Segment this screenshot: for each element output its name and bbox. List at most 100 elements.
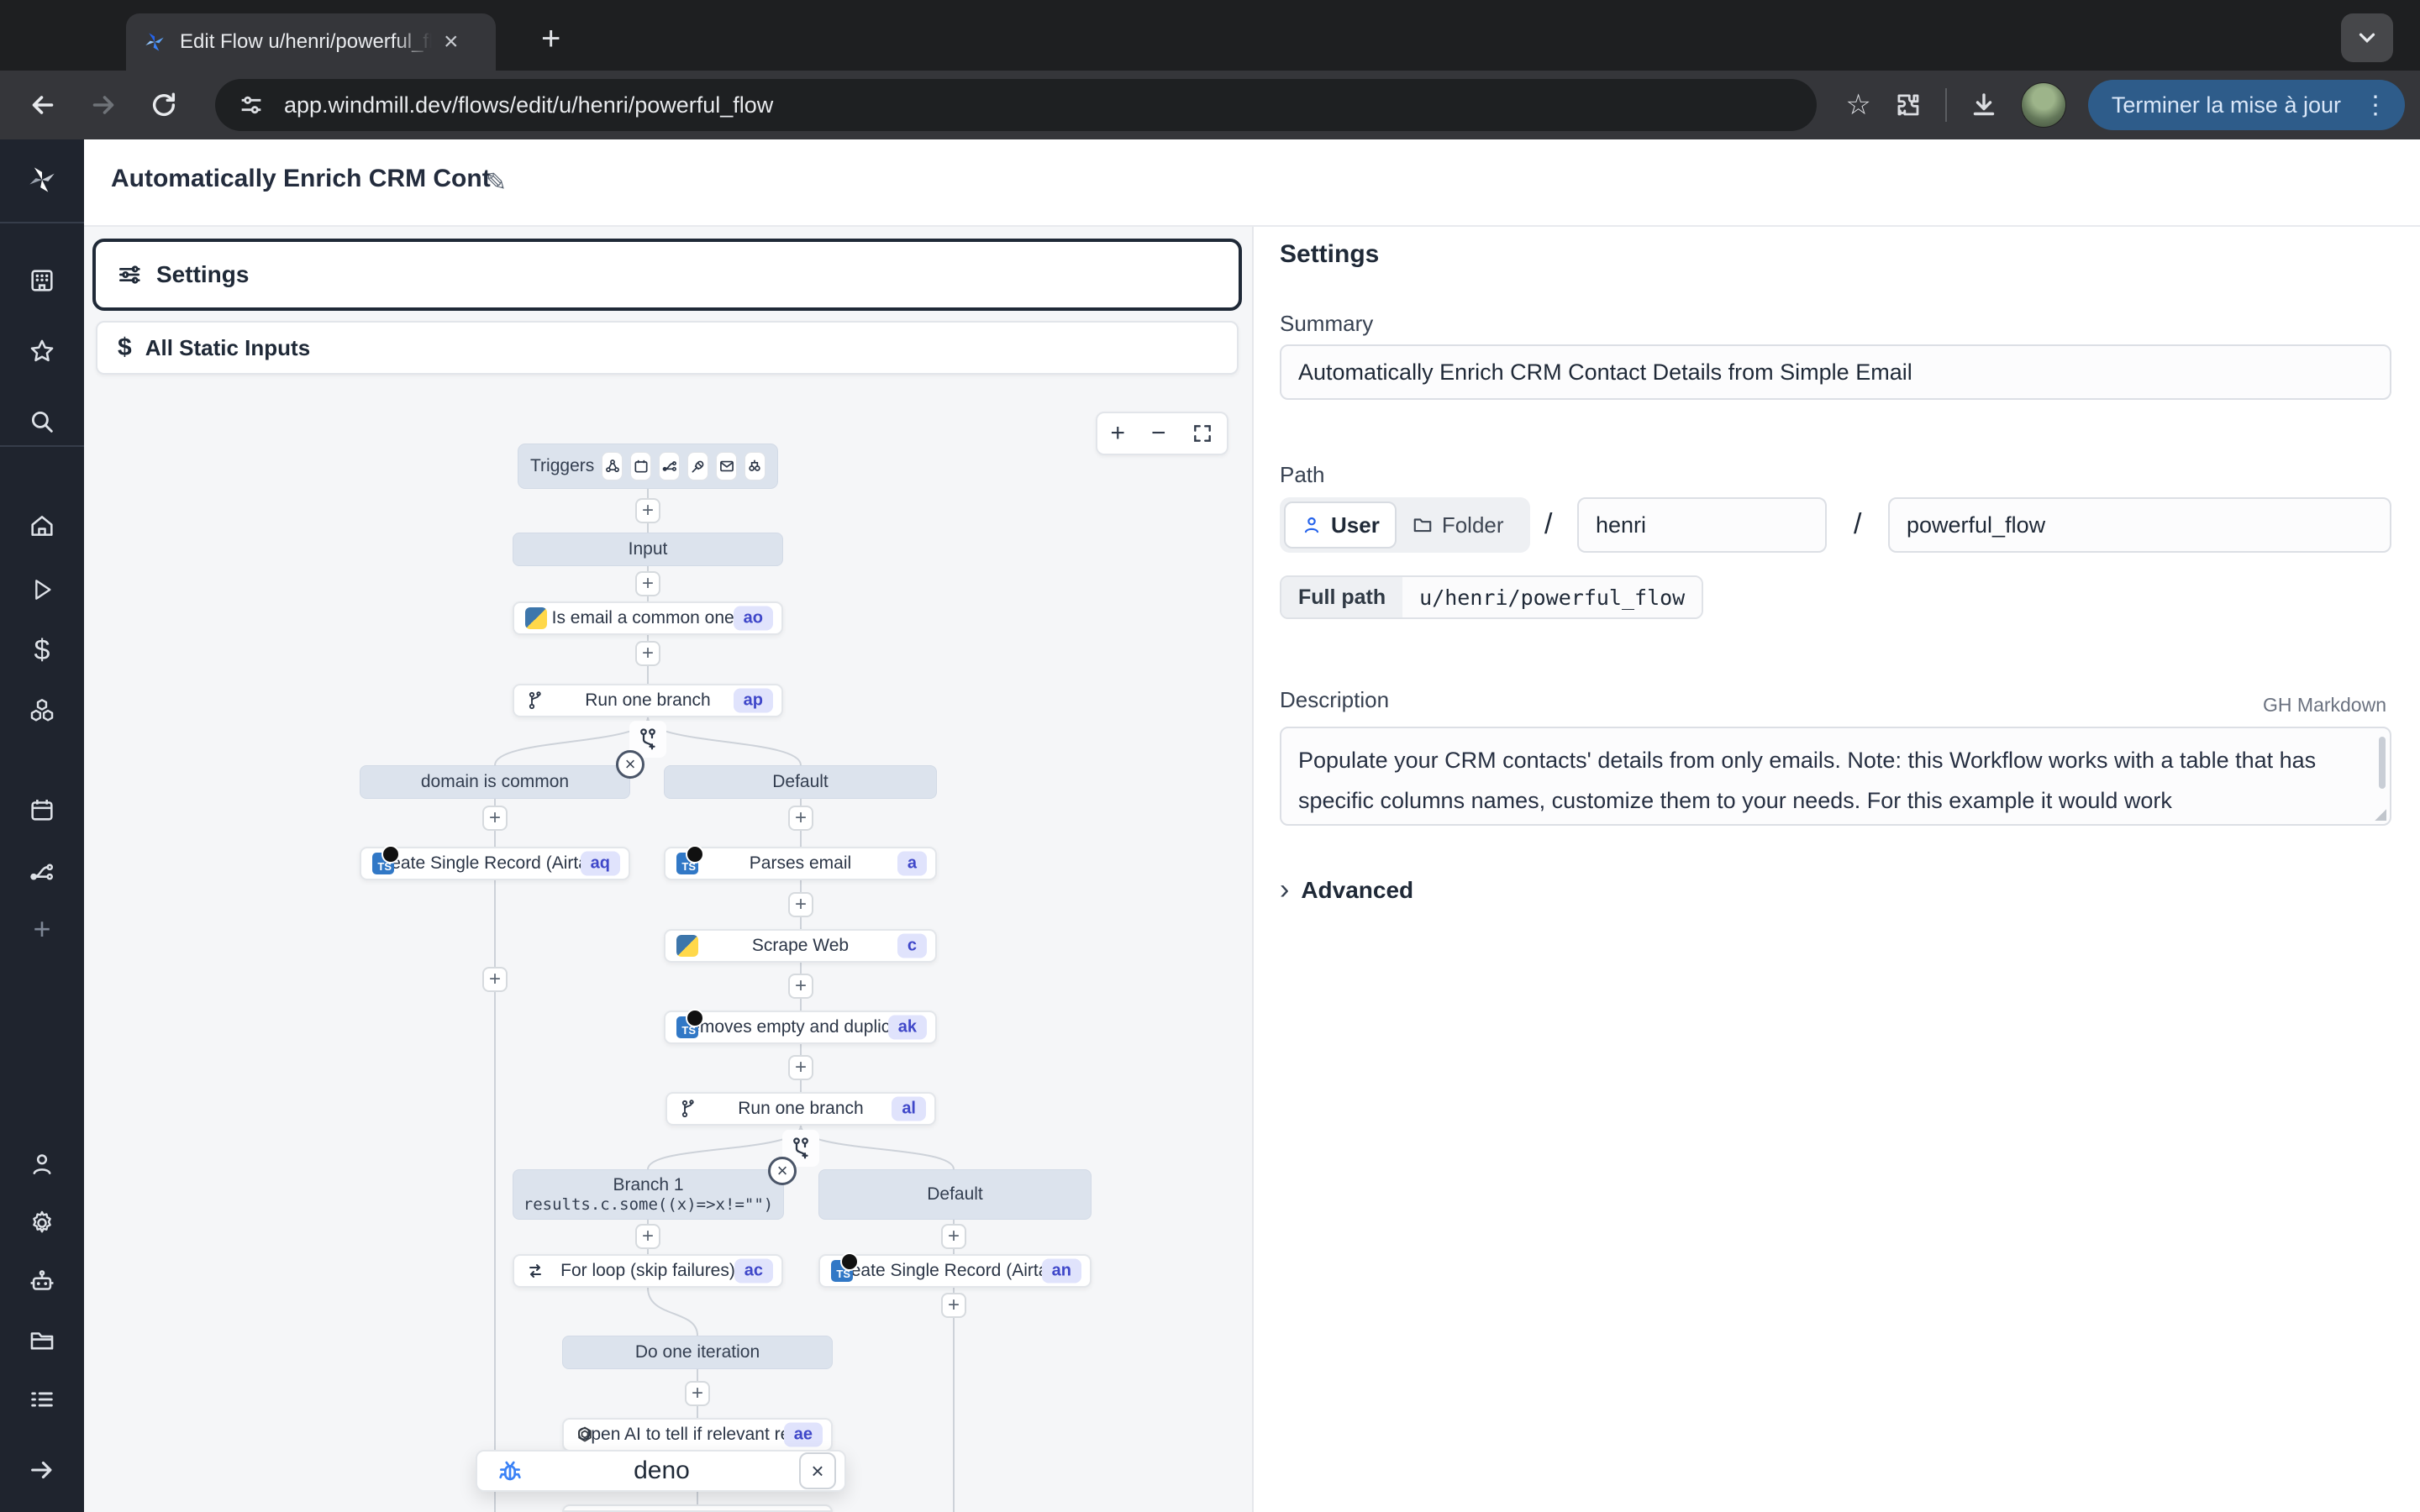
insert-step-button[interactable]: + bbox=[635, 641, 660, 666]
sidebar-search-icon[interactable] bbox=[0, 398, 84, 445]
user-icon bbox=[1301, 514, 1323, 536]
tab-close-icon[interactable]: × bbox=[444, 29, 459, 55]
remove-branch-button[interactable]: × bbox=[768, 1157, 797, 1185]
textarea-resize-grip[interactable] bbox=[2375, 809, 2386, 821]
loop-icon bbox=[525, 1261, 545, 1281]
insert-step-button[interactable]: + bbox=[685, 1381, 710, 1406]
step-node-run-one-branch-1[interactable]: Run one branch ap bbox=[513, 684, 783, 717]
sidebar-resources-icon[interactable] bbox=[0, 687, 84, 734]
step-id-badge: ao bbox=[734, 606, 773, 631]
sidebar-runs-icon[interactable] bbox=[0, 566, 84, 613]
new-tab-button[interactable]: + bbox=[541, 22, 560, 55]
advanced-section-toggle[interactable]: › Advanced bbox=[1280, 874, 1413, 906]
sidebar-audit-logs-icon[interactable] bbox=[0, 1376, 84, 1423]
sidebar-add-icon[interactable]: + bbox=[0, 906, 84, 953]
insert-step-button[interactable]: + bbox=[482, 806, 508, 831]
path-name-input[interactable]: powerful_flow bbox=[1888, 497, 2391, 553]
insert-step-button[interactable]: + bbox=[788, 892, 813, 917]
typescript-deno-icon: TS bbox=[831, 1260, 853, 1282]
step-node-parses-email[interactable]: TS Parses email a bbox=[664, 847, 937, 880]
chrome-menu-dots-icon[interactable]: ⋮ bbox=[2354, 91, 2396, 120]
description-textarea[interactable]: Populate your CRM contacts' details from… bbox=[1280, 727, 2391, 826]
do-one-iteration-node[interactable]: Do one iteration bbox=[562, 1336, 833, 1369]
edit-title-pencil-icon[interactable]: ✎ bbox=[486, 168, 507, 197]
branch-header-default-2[interactable]: Default bbox=[818, 1169, 1092, 1220]
summary-label: Summary bbox=[1280, 311, 1373, 337]
insert-step-button[interactable]: + bbox=[788, 806, 813, 831]
route-trigger-icon[interactable] bbox=[659, 452, 680, 480]
branch-icon bbox=[525, 690, 545, 711]
insert-step-button[interactable]: + bbox=[635, 498, 660, 523]
forward-icon[interactable] bbox=[84, 86, 123, 124]
step-node-openai[interactable]: Open AI to tell if relevant result ae bbox=[562, 1418, 833, 1452]
branch-header-domain-is-common[interactable]: domain is common bbox=[360, 765, 630, 799]
screen: Edit Flow u/henri/powerful_flo × + bbox=[0, 0, 2420, 1512]
input-node[interactable]: Input bbox=[513, 533, 783, 566]
profile-avatar[interactable] bbox=[2021, 82, 2066, 128]
step-id-badge: aq bbox=[581, 852, 620, 876]
browser-tab[interactable]: Edit Flow u/henri/powerful_flo × bbox=[126, 13, 496, 71]
tab-title: Edit Flow u/henri/powerful_flo bbox=[180, 30, 432, 54]
sidebar-settings-gear-icon[interactable] bbox=[0, 1200, 84, 1247]
reload-icon[interactable] bbox=[145, 86, 183, 124]
step-node-removes-empty[interactable]: TS Removes empty and duplicates ak bbox=[664, 1011, 937, 1044]
tab-search-chevron-icon[interactable] bbox=[2341, 13, 2393, 62]
insert-step-button[interactable]: + bbox=[482, 967, 508, 992]
windmill-logo-icon[interactable] bbox=[0, 156, 84, 203]
settings-panel: Settings Summary Automatically Enrich CR… bbox=[1252, 227, 2420, 1512]
webhook-trigger-icon[interactable] bbox=[602, 452, 623, 480]
step-node-run-one-branch-2[interactable]: Run one branch al bbox=[666, 1092, 936, 1126]
sidebar-apps-icon[interactable] bbox=[0, 257, 84, 304]
sidebar-variables-icon[interactable]: $ bbox=[0, 627, 84, 674]
path-separator: / bbox=[1854, 508, 1861, 541]
back-icon[interactable] bbox=[24, 86, 62, 124]
url-text[interactable]: app.windmill.dev/flows/edit/u/henri/powe… bbox=[284, 92, 773, 118]
branch-header-branch-1[interactable]: Branch 1 results.c.some((x)=>x!="") bbox=[513, 1169, 784, 1220]
textarea-scrollbar[interactable] bbox=[2379, 737, 2386, 789]
insert-step-button[interactable]: + bbox=[941, 1293, 966, 1318]
sidebar-folders-icon[interactable] bbox=[0, 1317, 84, 1364]
deno-label: deno bbox=[524, 1457, 799, 1485]
branch-condition-expression: results.c.some((x)=>x!="") bbox=[523, 1195, 773, 1214]
full-path-display: Full path u/henri/powerful_flow bbox=[1280, 575, 1703, 619]
branch-header-default-1[interactable]: Default bbox=[664, 765, 937, 799]
chrome-update-button[interactable]: Terminer la mise à jour ⋮ bbox=[2088, 80, 2405, 130]
bookmark-star-icon[interactable]: ☆ bbox=[1845, 88, 1870, 122]
email-trigger-icon[interactable] bbox=[716, 452, 737, 480]
site-settings-icon[interactable] bbox=[237, 91, 266, 119]
schedule-trigger-icon[interactable] bbox=[630, 452, 651, 480]
step-node-partial[interactable] bbox=[562, 1504, 833, 1512]
folder-toggle-option[interactable]: Folder bbox=[1397, 512, 1519, 538]
url-bar[interactable]: app.windmill.dev/flows/edit/u/henri/powe… bbox=[215, 79, 1817, 131]
sidebar-schedules-icon[interactable] bbox=[0, 786, 84, 833]
insert-step-button[interactable]: + bbox=[788, 974, 813, 999]
sidebar-users-icon[interactable] bbox=[0, 1141, 84, 1188]
summary-input[interactable]: Automatically Enrich CRM Contact Details… bbox=[1280, 344, 2391, 400]
flow-title[interactable]: Automatically Enrich CRM Contact Details… bbox=[111, 165, 491, 193]
sidebar-home-icon[interactable] bbox=[0, 502, 84, 549]
step-node-for-loop[interactable]: For loop (skip failures) ac bbox=[513, 1254, 783, 1288]
step-node-create-record-an[interactable]: TS Create Single Record (Airtable) an bbox=[818, 1254, 1092, 1288]
sidebar-ai-robot-icon[interactable] bbox=[0, 1258, 84, 1305]
openai-icon bbox=[575, 1425, 595, 1445]
poll-trigger-icon[interactable] bbox=[744, 452, 765, 480]
insert-step-button[interactable]: + bbox=[635, 571, 660, 596]
user-toggle-option[interactable]: User bbox=[1284, 501, 1397, 549]
insert-step-button[interactable]: + bbox=[941, 1224, 966, 1249]
step-node-create-record-aq[interactable]: TS Create Single Record (Airtable) aq bbox=[360, 847, 630, 880]
remove-branch-button[interactable]: × bbox=[616, 750, 644, 779]
downloads-icon[interactable] bbox=[1969, 90, 1999, 120]
sidebar-triggers-icon[interactable] bbox=[0, 848, 84, 895]
step-node-scrape-web[interactable]: Scrape Web c bbox=[664, 929, 937, 963]
extensions-icon[interactable] bbox=[1893, 90, 1923, 120]
step-node-is-email[interactable]: Is email a common one? ao bbox=[513, 601, 783, 635]
close-icon[interactable]: × bbox=[799, 1452, 836, 1489]
websocket-trigger-icon[interactable] bbox=[687, 452, 708, 480]
sidebar-favorites-star-icon[interactable] bbox=[0, 328, 84, 375]
insert-step-button[interactable]: + bbox=[788, 1055, 813, 1080]
full-path-label: Full path bbox=[1281, 577, 1402, 617]
insert-step-button[interactable]: + bbox=[635, 1224, 660, 1249]
triggers-node[interactable]: Triggers bbox=[518, 444, 778, 489]
path-owner-input[interactable]: henri bbox=[1577, 497, 1827, 553]
sidebar-expand-arrow-icon[interactable] bbox=[0, 1446, 84, 1494]
